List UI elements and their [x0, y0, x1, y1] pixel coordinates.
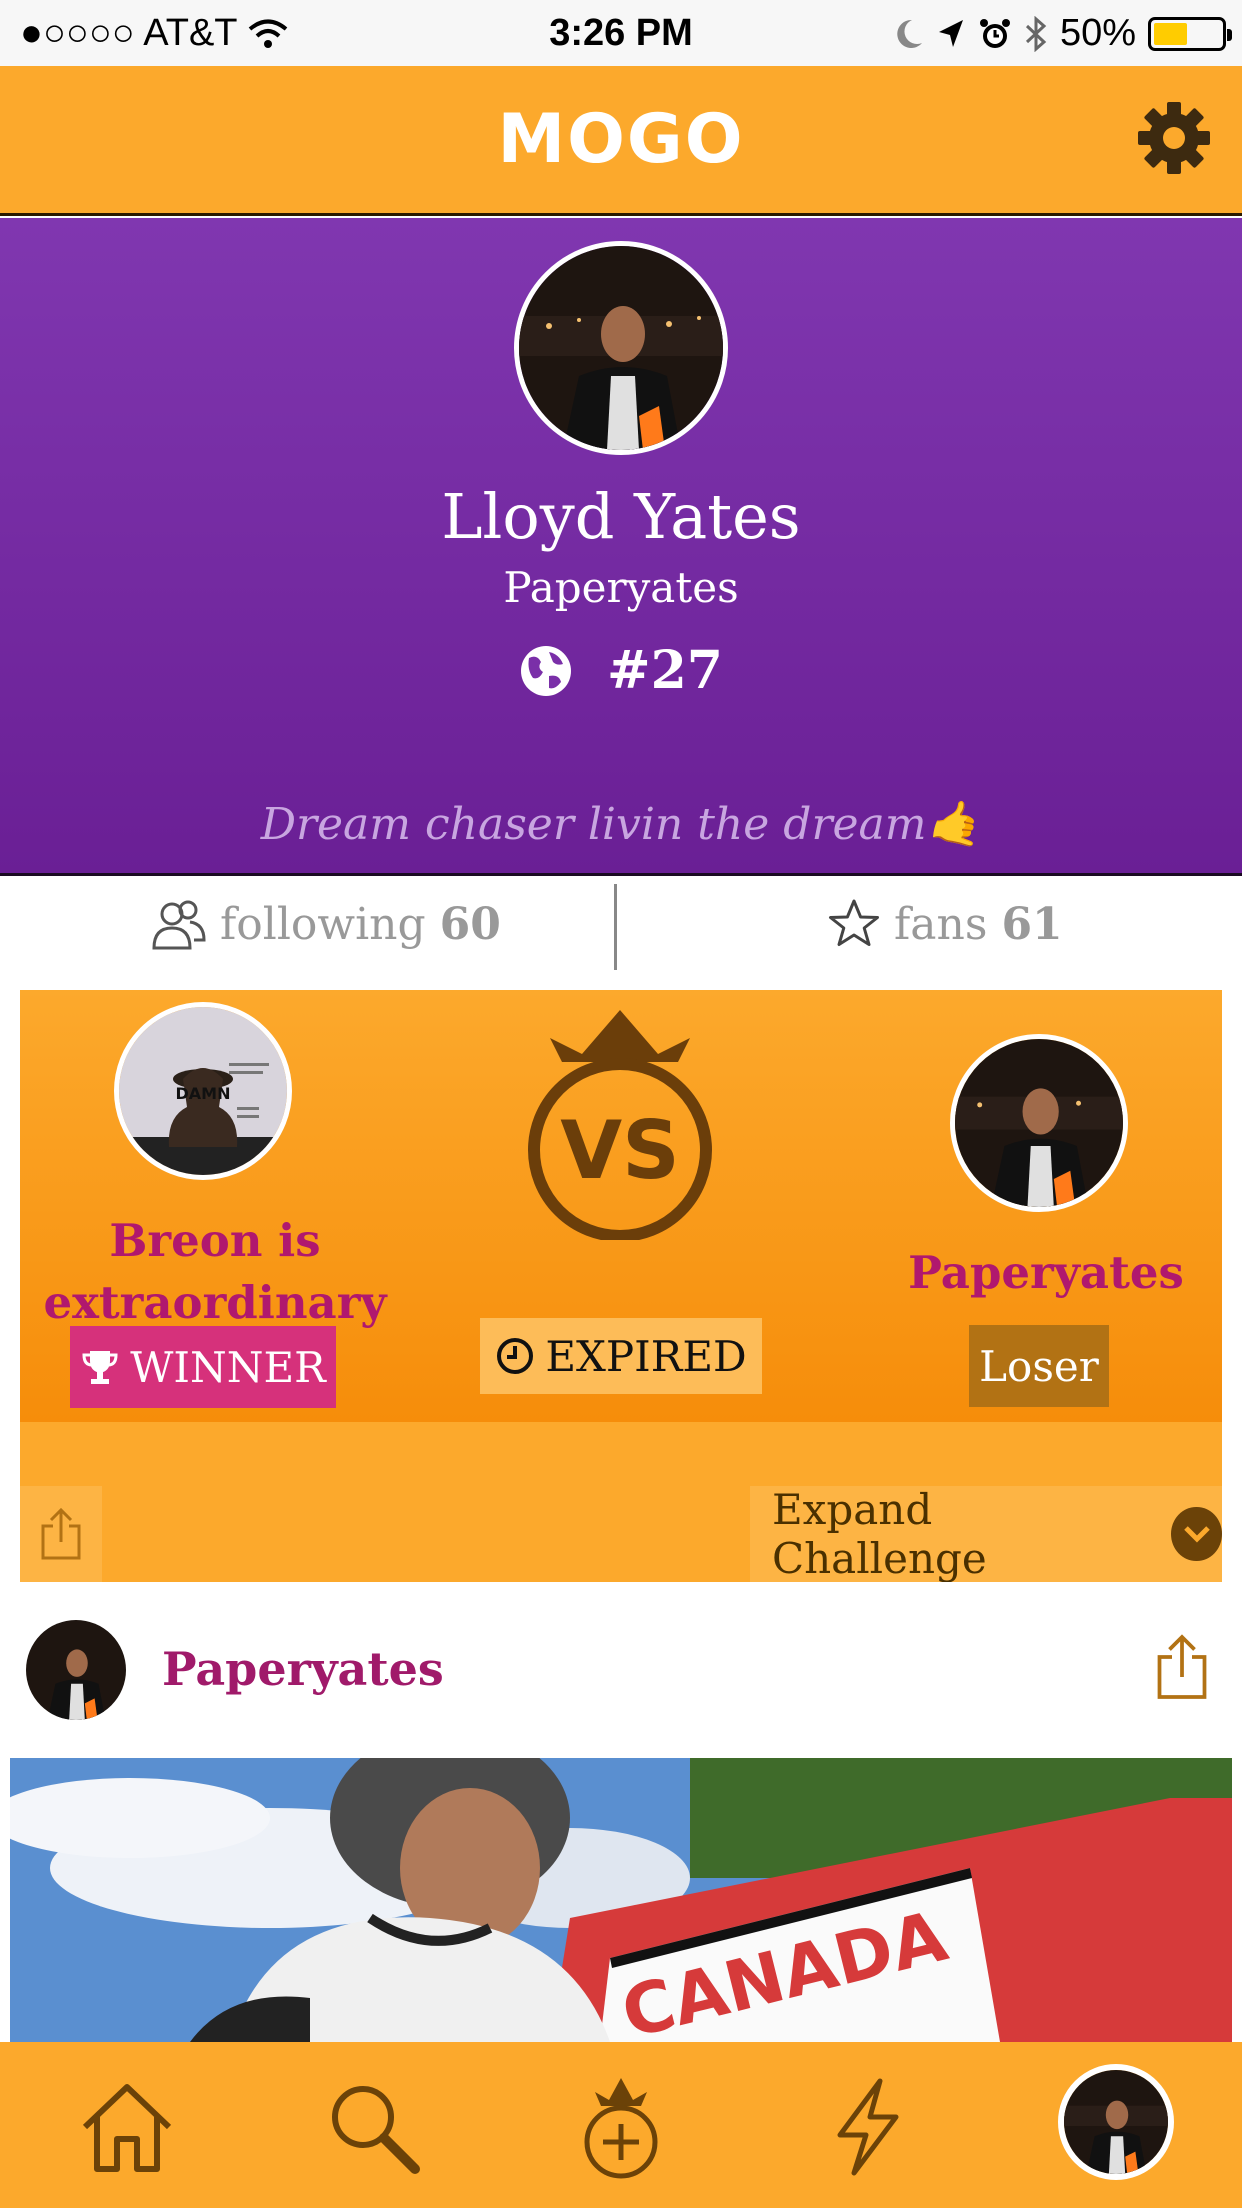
crown-vs-icon: VS — [528, 1010, 712, 1242]
mogo-logo: MOGO — [497, 100, 745, 179]
challenge-card: DAMN Breon is extraordinary WINNER VS EX… — [20, 990, 1222, 1583]
post-media[interactable]: CANADA — [10, 1758, 1232, 2042]
challenge-actions: Expand Challenge — [20, 1485, 1222, 1583]
rank-value: #27 — [607, 640, 723, 701]
challenge-matchup: DAMN Breon is extraordinary WINNER VS EX… — [20, 990, 1222, 1422]
expand-challenge-label: Expand Challenge — [772, 1485, 987, 1583]
global-rank: #27 — [0, 640, 1242, 701]
trophy-icon — [82, 1351, 118, 1384]
post-header: Paperyates — [0, 1582, 1242, 1758]
following-count: 60 — [439, 898, 501, 950]
fans-label: fans — [894, 898, 988, 950]
lightning-icon — [837, 2078, 899, 2176]
fans-stat[interactable]: fans 61 — [828, 876, 1063, 972]
chevron-down-icon — [1171, 1507, 1222, 1561]
profile-photo — [519, 246, 723, 450]
post-share-button[interactable] — [1152, 1632, 1212, 1702]
winner-badge: WINNER — [70, 1326, 336, 1408]
vs-text: VS — [560, 1104, 680, 1197]
expand-challenge-button[interactable]: Expand Challenge — [750, 1485, 1222, 1583]
challenger-right-avatar[interactable] — [950, 1034, 1128, 1212]
tab-profile[interactable] — [1058, 2064, 1174, 2180]
vs-emblem: VS — [520, 1000, 720, 1242]
challenge-share-button[interactable] — [20, 1486, 102, 1582]
challenger-right-name[interactable]: Paperyates — [870, 1242, 1222, 1304]
expired-badge: EXPIRED — [480, 1318, 762, 1394]
stats-row: following 60 fans 61 — [0, 876, 1242, 972]
bluetooth-icon — [1025, 15, 1047, 52]
stats-divider — [614, 884, 617, 970]
status-bar: ●○○○○ AT&T 3:26 PM 50% — [0, 0, 1242, 66]
globe-icon — [521, 645, 572, 696]
fans-count: 61 — [1001, 898, 1063, 950]
challenger-left-name[interactable]: Breon is extraordinary — [20, 1210, 410, 1334]
profile-photo — [955, 1039, 1123, 1207]
status-right: 50% — [894, 12, 1232, 55]
clock-icon — [497, 1338, 534, 1374]
expired-label: EXPIRED — [545, 1331, 747, 1381]
tab-activity[interactable] — [812, 2072, 922, 2182]
users-icon — [152, 900, 206, 950]
loser-label: Loser — [979, 1341, 1099, 1391]
gear-icon — [1138, 102, 1210, 174]
winner-label: WINNER — [130, 1342, 326, 1392]
following-stat[interactable]: following 60 — [150, 876, 501, 972]
moon-icon — [897, 19, 922, 48]
album-art-image: DAMN — [119, 1007, 287, 1175]
profile-bio: Dream chaser livin the dream🤙 — [260, 799, 982, 850]
challenger-left-avatar[interactable]: DAMN — [114, 1002, 292, 1180]
tab-search[interactable] — [318, 2072, 428, 2182]
share-icon — [41, 1507, 81, 1560]
share-icon — [1157, 1634, 1207, 1699]
profile-username: Paperyates — [503, 563, 739, 612]
crown-plus-icon — [584, 2078, 658, 2179]
battery-icon — [1148, 16, 1232, 51]
tab-bar — [0, 2042, 1242, 2208]
post-video-thumbnail: CANADA — [10, 1758, 1232, 2042]
profile-photo — [1064, 2070, 1168, 2174]
profile-photo — [26, 1620, 126, 1720]
home-icon — [82, 2084, 172, 2172]
location-arrow-icon — [938, 19, 963, 47]
profile-name: Lloyd Yates — [441, 480, 801, 553]
app-header: MOGO — [0, 66, 1242, 216]
settings-button[interactable] — [1134, 98, 1214, 178]
post-author-name[interactable]: Paperyates — [162, 1642, 444, 1696]
svg-text:DAMN: DAMN — [176, 1084, 231, 1103]
battery-percent: 50% — [1059, 12, 1136, 54]
search-icon — [332, 2086, 420, 2174]
profile-hero: Lloyd Yates Paperyates #27 Dream chaser … — [0, 218, 1242, 876]
loser-badge: Loser — [969, 1325, 1109, 1407]
alarm-icon — [979, 18, 1010, 48]
star-icon — [829, 899, 879, 946]
tab-new-challenge[interactable] — [566, 2072, 676, 2182]
following-label: following — [220, 898, 426, 950]
post-author-avatar[interactable] — [26, 1620, 126, 1720]
profile-avatar[interactable] — [514, 241, 728, 455]
tab-home[interactable] — [72, 2072, 182, 2182]
